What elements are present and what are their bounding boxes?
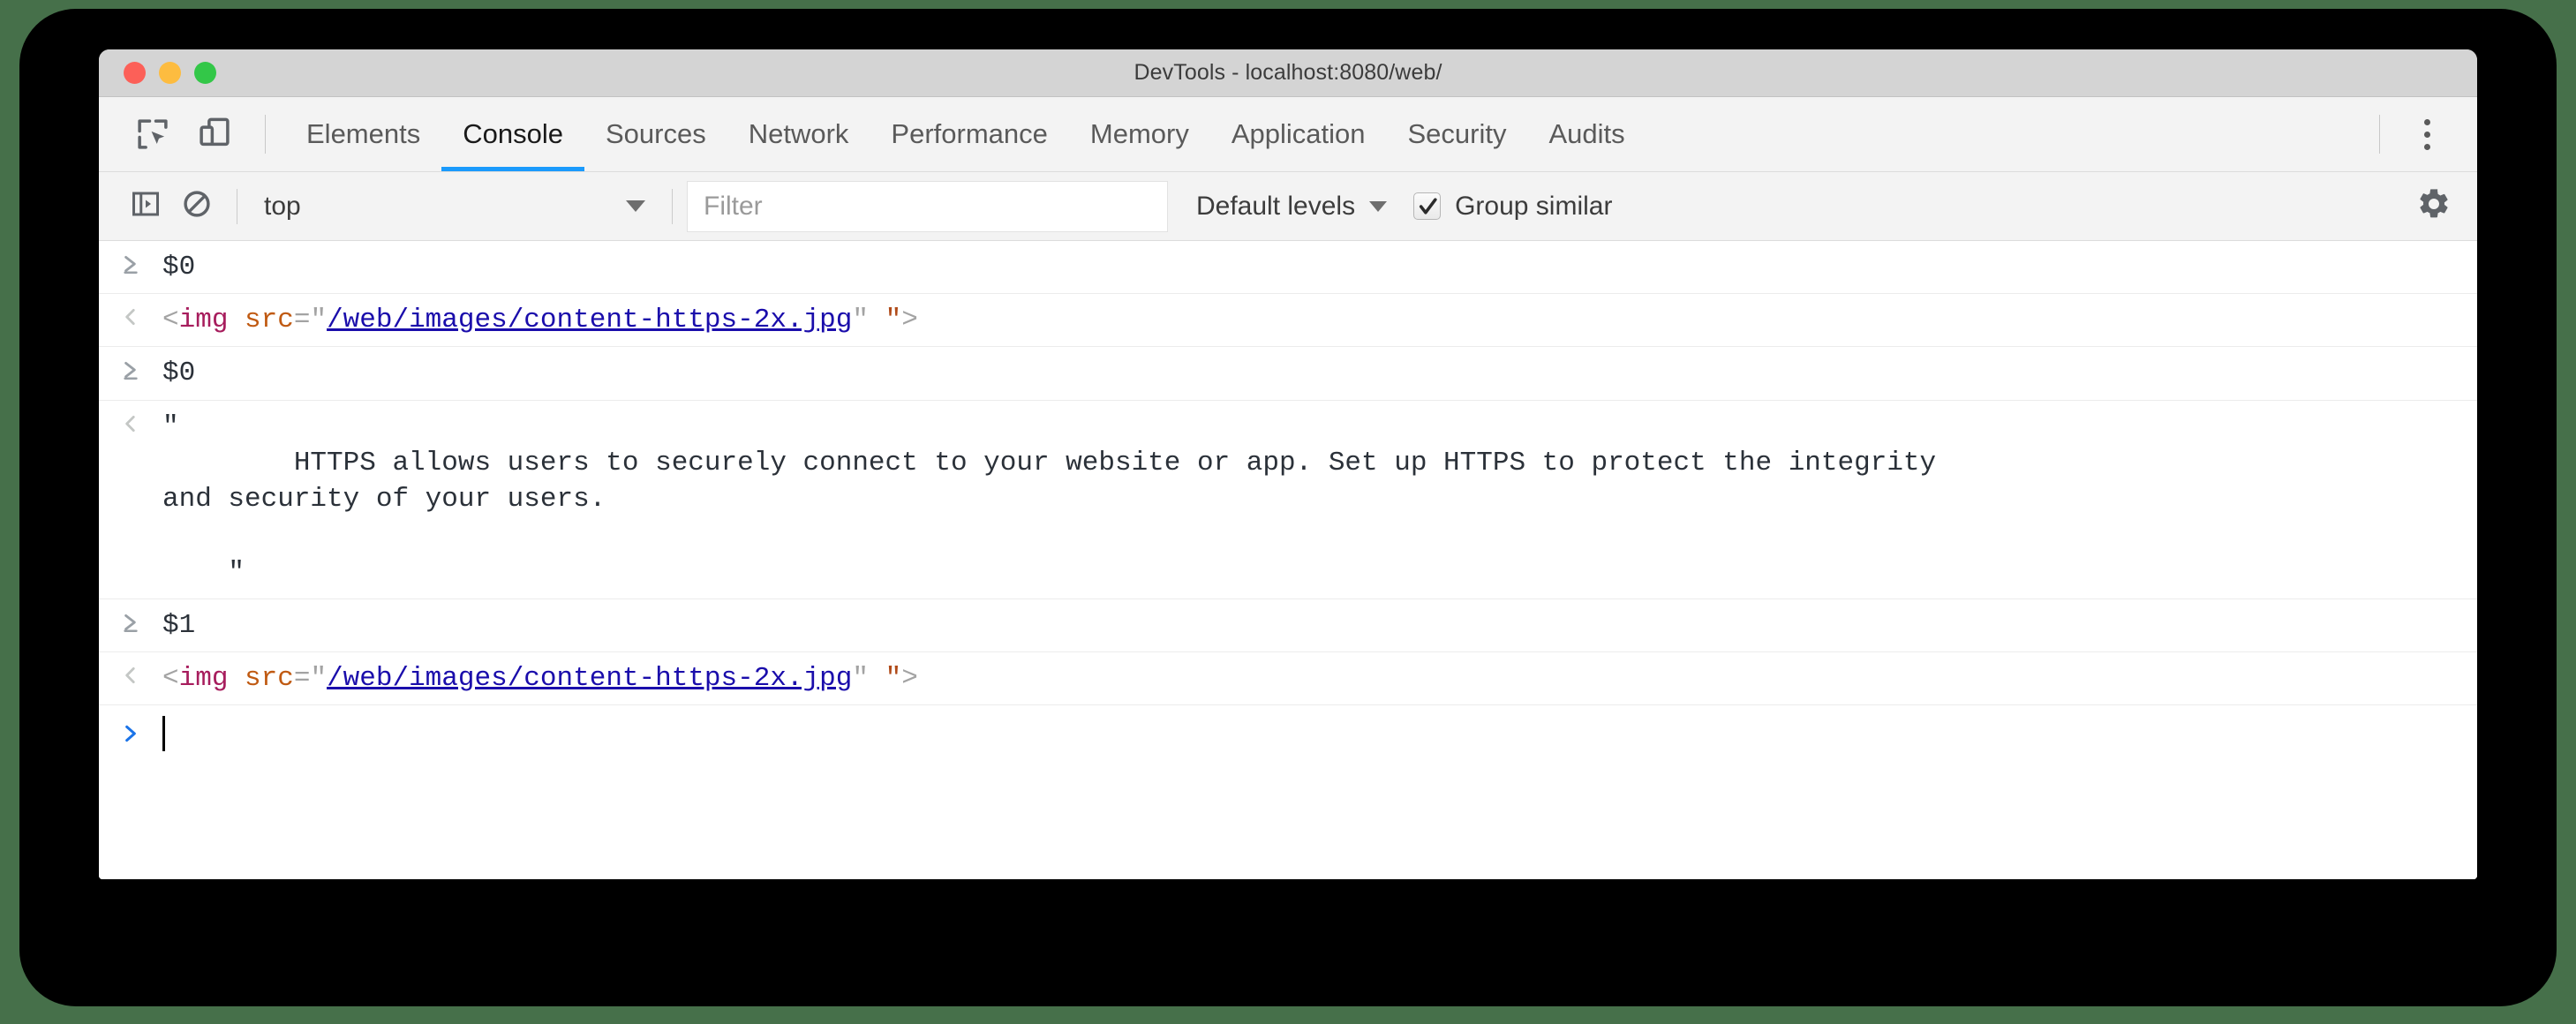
device-toolbar-button[interactable] xyxy=(184,103,245,165)
console-filter-placeholder: Filter xyxy=(704,191,763,221)
tab-label: Audits xyxy=(1548,118,1625,149)
html-attr-name: src xyxy=(245,662,294,694)
more-options-button[interactable] xyxy=(2399,103,2454,165)
html-open-bracket: < xyxy=(162,305,179,336)
tab-label: Sources xyxy=(605,118,706,149)
tab-label: Console xyxy=(463,118,563,149)
console-message-list[interactable]: $0 <img src="/web/images/content-https-2… xyxy=(99,241,2477,879)
chevron-down-icon xyxy=(1369,200,1388,212)
tabbar-divider-left xyxy=(265,115,266,154)
more-options-icon-dot3 xyxy=(2423,143,2430,150)
string-close-quote: " xyxy=(228,556,245,588)
tab-label: Performance xyxy=(891,118,1048,149)
tabbar-right-group xyxy=(2360,103,2477,165)
tab-label: Security xyxy=(1407,118,1507,149)
console-row-input[interactable]: $1 xyxy=(99,599,2477,652)
console-output-string: " HTTPS allows users to securely connect… xyxy=(162,409,2477,591)
tab-network[interactable]: Network xyxy=(727,97,870,171)
window-title: DevTools - localhost:8080/web/ xyxy=(1134,60,1442,85)
html-gap xyxy=(869,663,885,694)
console-output-html: <img src="/web/images/content-https-2x.j… xyxy=(162,302,2477,338)
console-settings-button[interactable] xyxy=(2407,179,2461,234)
input-chevron-icon xyxy=(99,355,162,381)
resource-link[interactable]: /web/images/content-https-2x.jpg xyxy=(327,663,852,694)
tab-security[interactable]: Security xyxy=(1387,97,1528,171)
html-attr-eq: =" xyxy=(293,305,328,336)
html-tag-name: img xyxy=(178,662,229,694)
console-row-input[interactable]: $0 xyxy=(99,347,2477,401)
chevron-down-icon xyxy=(626,200,645,212)
html-attr-closequote: " xyxy=(852,662,869,694)
html-open-bracket: < xyxy=(162,662,179,694)
tab-label: Elements xyxy=(306,118,421,149)
html-attr-name: src xyxy=(245,305,294,336)
html-close-bracket: > xyxy=(901,305,918,336)
output-chevron-icon xyxy=(99,302,162,328)
console-prompt-cursor xyxy=(162,716,165,752)
more-options-icon-dot2 xyxy=(2423,131,2430,138)
tab-sources[interactable]: Sources xyxy=(584,97,727,171)
console-row-output[interactable]: <img src="/web/images/content-https-2x.j… xyxy=(99,651,2477,706)
html-attr-closequote: " xyxy=(852,305,869,336)
tab-elements[interactable]: Elements xyxy=(285,97,441,171)
html-space xyxy=(228,663,245,694)
group-similar-checkbox[interactable] xyxy=(1413,192,1442,220)
devtools-window: DevTools - localhost:8080/web/ Elements xyxy=(99,49,2477,879)
gear-icon xyxy=(2416,186,2452,226)
tab-memory[interactable]: Memory xyxy=(1069,97,1210,171)
html-extra-quote: " xyxy=(885,662,902,694)
tab-console[interactable]: Console xyxy=(441,97,584,171)
output-chevron-icon xyxy=(99,660,162,687)
output-chevron-icon xyxy=(99,409,162,435)
input-chevron-icon xyxy=(99,249,162,275)
string-body-line-1: HTTPS allows users to securely connect t… xyxy=(162,447,1937,478)
html-attr-eq: =" xyxy=(293,662,328,694)
window-titlebar: DevTools - localhost:8080/web/ xyxy=(99,49,2477,97)
resource-link[interactable]: /web/images/content-https-2x.jpg xyxy=(327,305,852,335)
panel-tabs: Elements Console Sources Network Perform… xyxy=(285,97,1646,171)
tab-application[interactable]: Application xyxy=(1210,97,1387,171)
clear-console-icon xyxy=(181,188,213,224)
log-levels-dropdown[interactable]: Default levels xyxy=(1189,181,1394,232)
console-toolbar-divider-2 xyxy=(672,188,673,224)
console-output-html: <img src="/web/images/content-https-2x.j… xyxy=(162,660,2477,696)
html-close-bracket: > xyxy=(901,662,918,694)
tab-performance[interactable]: Performance xyxy=(870,97,1068,171)
clear-console-button[interactable] xyxy=(171,181,222,232)
console-sidebar-icon xyxy=(130,188,162,224)
string-open-quote: " xyxy=(162,410,179,442)
input-chevron-icon xyxy=(99,607,162,634)
tab-label: Memory xyxy=(1089,118,1189,149)
execution-context-dropdown[interactable]: top xyxy=(252,181,658,232)
group-similar-label: Group similar xyxy=(1455,191,1613,221)
html-gap xyxy=(869,305,885,335)
console-input-text: $0 xyxy=(162,252,196,282)
device-toolbar-icon xyxy=(196,116,233,153)
html-tag-name: img xyxy=(178,305,229,336)
console-row-output-string[interactable]: " HTTPS allows users to securely connect… xyxy=(99,400,2477,599)
console-prompt-row[interactable] xyxy=(99,705,2477,763)
prompt-chevron-icon xyxy=(99,722,162,745)
console-row-output[interactable]: <img src="/web/images/content-https-2x.j… xyxy=(99,294,2477,348)
devtools-tabbar: Elements Console Sources Network Perform… xyxy=(99,97,2477,172)
string-body-line-2: and security of your users. xyxy=(162,484,606,516)
execution-context-label: top xyxy=(264,191,301,221)
console-input-text: $0 xyxy=(162,358,196,389)
log-levels-label: Default levels xyxy=(1196,191,1356,221)
tab-label: Application xyxy=(1231,118,1366,149)
group-similar-toggle[interactable]: Group similar xyxy=(1413,181,1612,232)
tabbar-divider-right xyxy=(2379,115,2380,154)
console-input-text: $1 xyxy=(162,609,196,641)
html-extra-quote: " xyxy=(885,305,902,336)
inspect-element-button[interactable] xyxy=(122,103,184,165)
console-filter-input[interactable]: Filter xyxy=(687,180,1168,232)
console-sidebar-toggle-button[interactable] xyxy=(120,181,171,232)
tab-audits[interactable]: Audits xyxy=(1527,97,1646,171)
html-space xyxy=(228,305,245,335)
console-toolbar: top Filter Default levels Group similar xyxy=(99,172,2477,241)
tab-label: Network xyxy=(748,118,849,149)
more-options-icon xyxy=(2423,118,2430,125)
console-row-input[interactable]: $0 xyxy=(99,241,2477,295)
inspect-element-icon xyxy=(134,116,171,153)
